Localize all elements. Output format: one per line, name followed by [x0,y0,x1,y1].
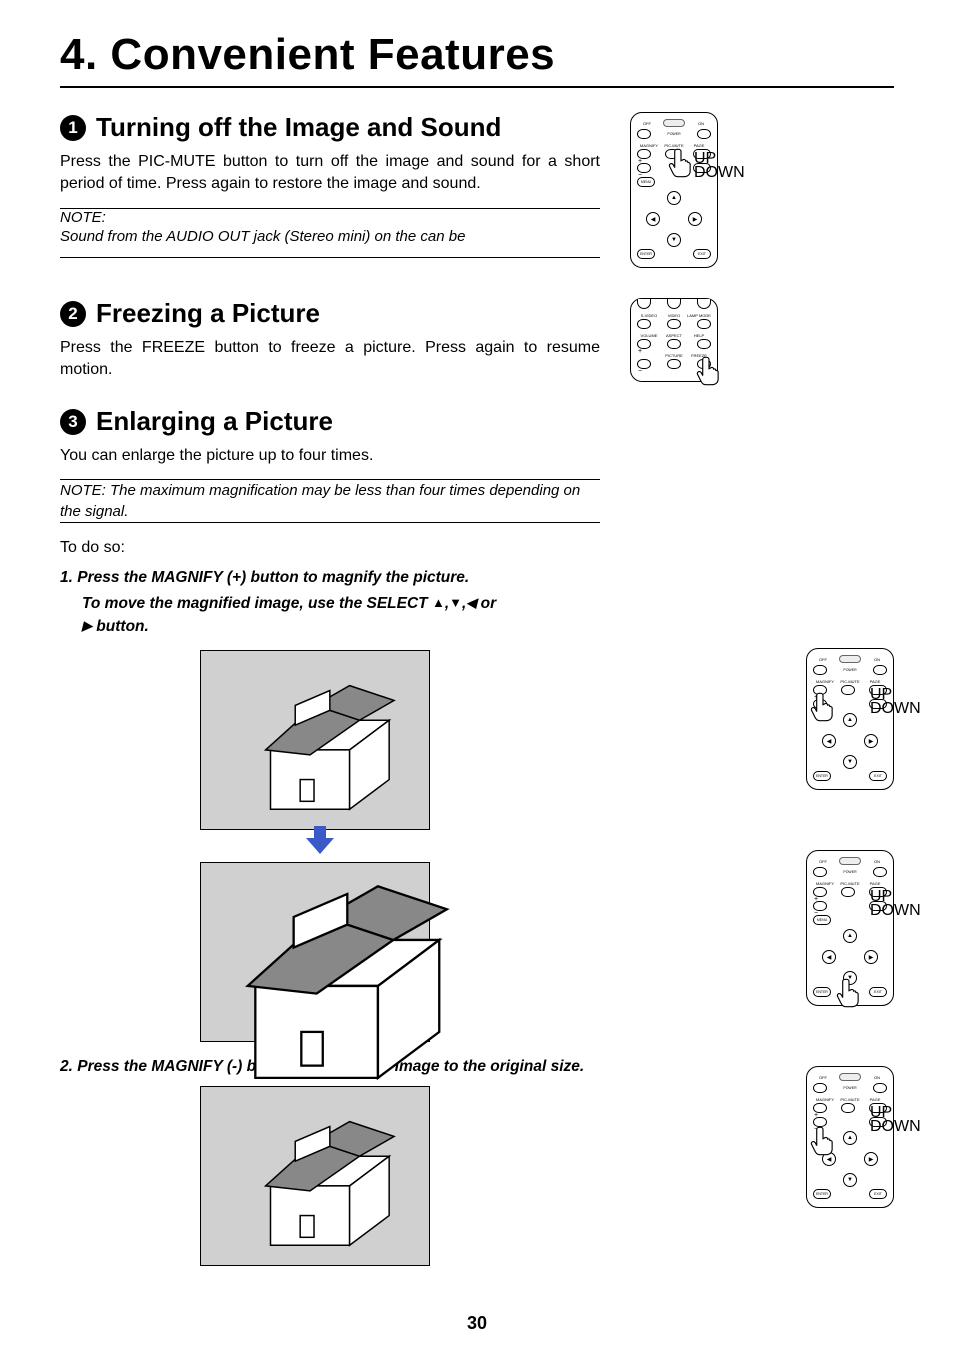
power-label: POWER [667,132,680,136]
remote-figure-magnify-minus: OFFON POWER MAGNIFYPIC-MUTEPAGE UP DOWN … [806,1066,894,1208]
step-1-sub: To move the magnified image, use the SEL… [82,593,894,638]
video-label: VIDEO [662,313,686,318]
section-number-badge: 2 [60,301,86,327]
up-label: UP [869,1103,887,1113]
exit-label: EXIT [869,771,887,781]
enter-label: ENTER [813,1189,831,1199]
remote-control-icon: OFF ON POWER MAGNIFYPIC-MUTEPAGE UP DOWN… [630,112,718,268]
page-label: PAGE [687,143,711,148]
triangle-down-icon: ▼ [449,595,462,610]
remote-figure-select: OFFON POWER MAGNIFYPIC-MUTEPAGE UP DOWN … [806,850,894,1006]
section-body: You can enlarge the picture up to four t… [60,445,600,467]
section-title: Turning off the Image and Sound [96,112,501,143]
exit-label: EXIT [693,249,711,259]
enter-label: ENTER [637,249,655,259]
triangle-left-icon: ◀ [466,595,476,610]
house-illustration-zoomed [200,862,430,1042]
exit-label: EXIT [869,1189,887,1199]
on-label: ON [867,657,887,662]
section-title: Freezing a Picture [96,298,320,329]
section-body: Press the FREEZE button to freeze a pict… [60,337,600,380]
note-label: NOTE: [60,209,600,226]
step-1: 1. Press the MAGNIFY (+) button to magni… [60,567,894,589]
off-label: OFF [637,121,657,126]
enter-label: ENTER [813,771,831,781]
menu-label: MENU [813,915,831,925]
down-label: DOWN [869,901,887,911]
lampmode-label: LAMP MODE [687,313,711,318]
off-label: OFF [813,1075,833,1080]
note-rule-bottom [60,257,600,258]
chapter-title: 4. Convenient Features [60,30,894,80]
section-title: Enlarging a Picture [96,406,333,437]
on-label: ON [867,859,887,864]
picmute-label: PIC-MUTE [838,1097,862,1102]
house-illustration-small [200,1086,430,1266]
section-number-badge: 1 [60,115,86,141]
section-2: 2 Freezing a Picture Press the FREEZE bu… [60,298,894,382]
power-label: POWER [843,870,856,874]
magnify-label: MAGNIFY [813,1097,837,1102]
off-label: OFF [813,657,833,662]
enter-label: ENTER [813,987,831,997]
down-label: DOWN [693,163,711,173]
off-label: OFF [813,859,833,864]
page-label: PAGE [863,1097,887,1102]
page-label: PAGE [863,881,887,886]
help-label: HELP [687,333,711,338]
down-label: DOWN [869,1117,887,1127]
remote-control-icon: S-VIDEOVIDEOLAMP MODE VOLUMEASPECTHELP P… [630,298,718,382]
section-body: Press the PIC-MUTE button to turn off th… [60,151,600,194]
triangle-right-icon: ▶ [82,618,92,633]
svideo-label: S-VIDEO [637,313,661,318]
todo-label: To do so: [60,539,894,557]
up-label: UP [693,149,711,159]
magnify-label: MAGNIFY [637,143,661,148]
picture-label: PICTURE [662,353,686,358]
on-label: ON [867,1075,887,1080]
picmute-label: PIC-MUTE [838,679,862,684]
exit-label: EXIT [869,987,887,997]
note-text: NOTE: The maximum magnification may be l… [60,480,600,522]
step-text: or [476,595,496,612]
house-illustration-small [200,650,430,830]
remote-figure-picmute: OFF ON POWER MAGNIFYPIC-MUTEPAGE UP DOWN… [630,112,718,268]
freeze-label: FREEZE [687,353,711,358]
picmute-label: PIC-MUTE [662,143,686,148]
menu-label: MENU [637,177,655,187]
remote-figure-magnify-plus: OFFON POWER MAGNIFYPIC-MUTEPAGE UP DOWN … [806,648,894,790]
remote-figure-freeze: S-VIDEOVIDEOLAMP MODE VOLUMEASPECTHELP P… [630,298,718,382]
up-label: UP [869,685,887,695]
page-number: 30 [0,1313,954,1334]
page-label: PAGE [863,679,887,684]
volume-label: VOLUME [637,333,661,338]
heading-rule [60,86,894,88]
note-rule-bottom [60,522,600,523]
note-text: Sound from the AUDIO OUT jack (Stereo mi… [60,226,600,247]
step-text: button. [92,618,149,635]
down-label: DOWN [869,699,887,709]
power-label: POWER [843,1086,856,1090]
step-text: To move the magnified image, use the SEL… [82,595,432,612]
aspect-label: ASPECT [662,333,686,338]
section-3: 3 Enlarging a Picture You can enlarge th… [60,406,894,638]
section-number-badge: 3 [60,409,86,435]
on-label: ON [691,121,711,126]
power-label: POWER [843,668,856,672]
section-1: 1 Turning off the Image and Sound Press … [60,112,894,268]
magnify-label: MAGNIFY [813,881,837,886]
picmute-label: PIC-MUTE [838,881,862,886]
magnify-label: MAGNIFY [813,679,837,684]
up-label: UP [869,887,887,897]
triangle-up-icon: ▲ [432,595,445,610]
enlarge-figures-row: 2. Press the MAGNIFY (-) button to retur… [60,642,894,1274]
